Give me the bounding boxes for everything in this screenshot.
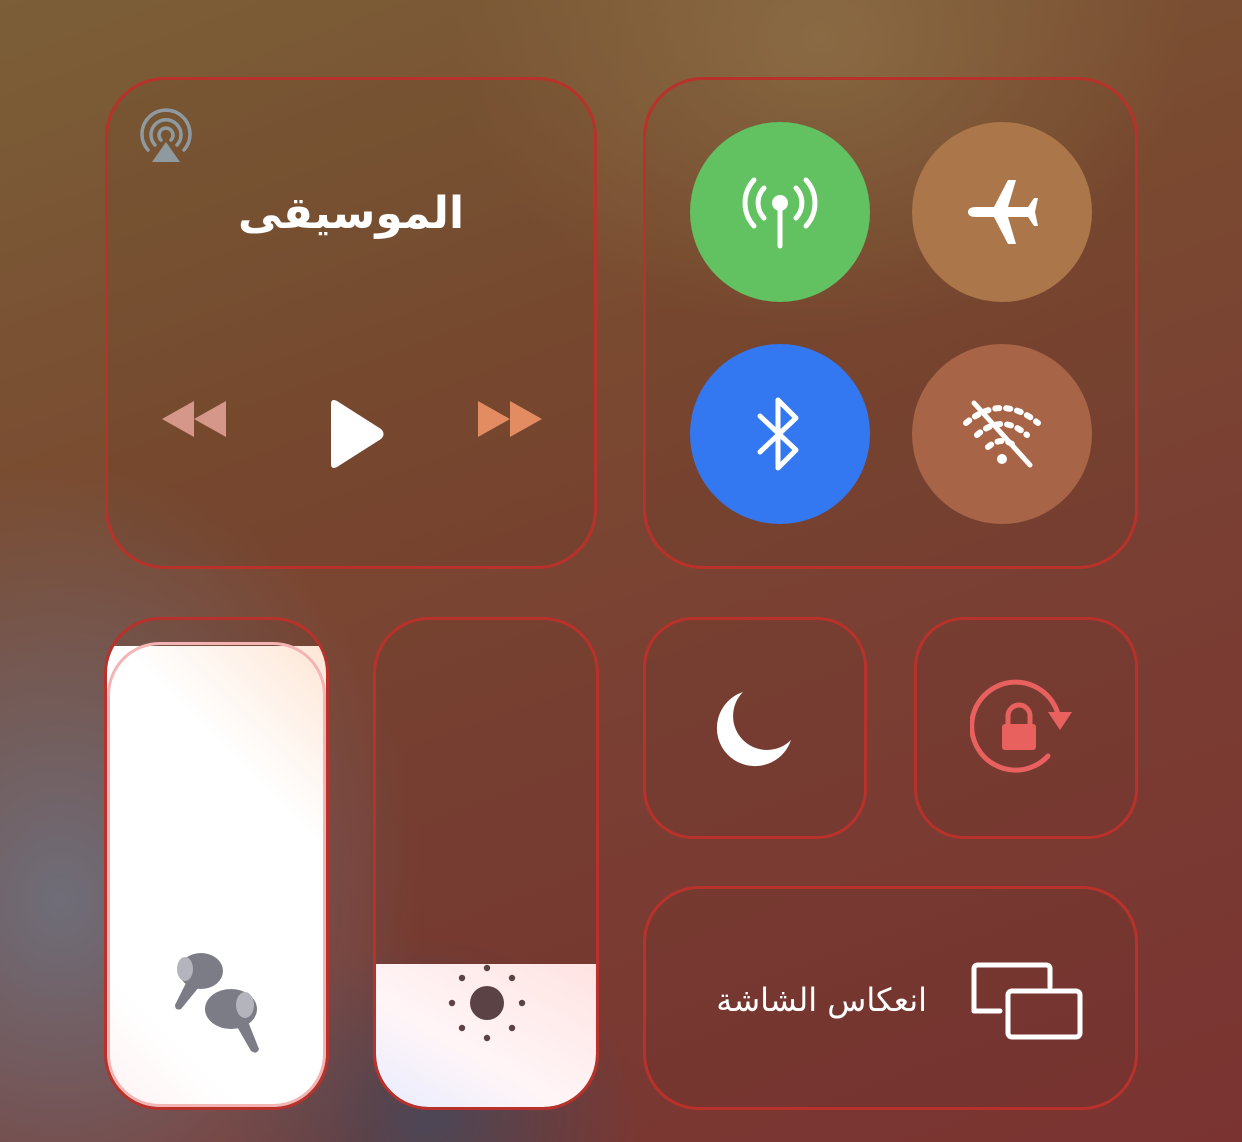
airpods-pro-icon (175, 953, 259, 1053)
wifi-button[interactable] (912, 344, 1092, 524)
screen-mirroring-button[interactable]: انعكاس الشاشة (643, 886, 1138, 1110)
moon-icon (716, 692, 791, 767)
bluetooth-button[interactable] (690, 344, 870, 524)
cellular-data-button[interactable] (690, 122, 870, 302)
antenna-icon (742, 177, 818, 249)
rewind-icon[interactable] (158, 395, 230, 443)
brightness-slider[interactable] (373, 617, 599, 1110)
volume-slider[interactable] (104, 617, 329, 1110)
airplay-icon[interactable] (136, 108, 196, 168)
screen-mirroring-label: انعكاس الشاشة (716, 981, 927, 1019)
rotation-lock-icon (970, 679, 1072, 773)
rotation-lock-button[interactable] (914, 617, 1138, 839)
fast-forward-icon[interactable] (474, 395, 546, 443)
sun-icon (448, 964, 526, 1042)
airplane-icon (968, 180, 1038, 244)
play-icon[interactable] (323, 398, 387, 470)
bluetooth-icon (757, 397, 799, 471)
airplane-mode-button[interactable] (912, 122, 1092, 302)
screen-mirroring-icon (971, 962, 1083, 1040)
connectivity-tile (643, 77, 1138, 569)
do-not-disturb-button[interactable] (643, 617, 867, 839)
wifi-off-icon (963, 400, 1041, 468)
music-tile[interactable]: الموسيقى (105, 77, 597, 569)
music-title: الموسيقى (237, 188, 465, 239)
